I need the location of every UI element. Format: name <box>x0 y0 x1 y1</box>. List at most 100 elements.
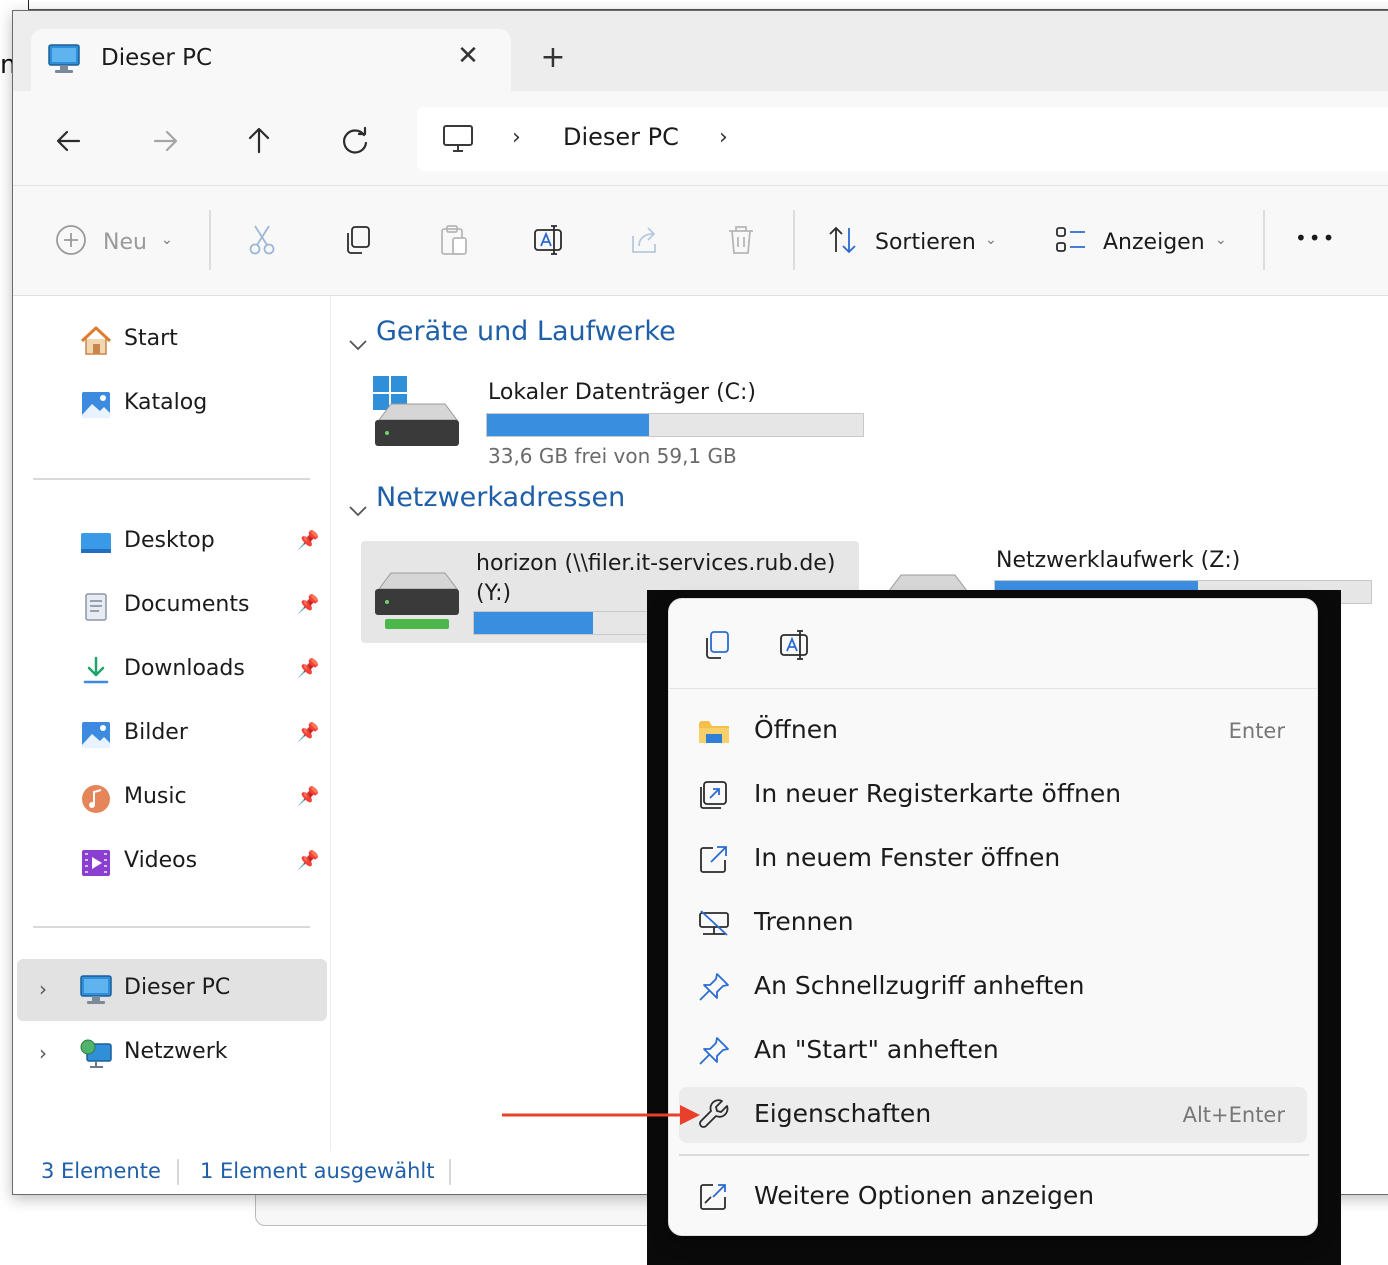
sidebar-item-label: Music <box>124 784 187 809</box>
sidebar-item-downloads[interactable]: Downloads 📌 <box>17 640 327 702</box>
sidebar-item-label: Dieser PC <box>124 975 231 1000</box>
chevron-down-icon: ⌄ <box>1215 232 1227 248</box>
gallery-icon <box>82 392 110 418</box>
drive-letter: (Y:) <box>476 581 512 606</box>
chevron-right-icon[interactable]: › <box>512 125 521 150</box>
sidebar-item-netzwerk[interactable]: › Netzwerk <box>17 1023 327 1085</box>
chevron-down-icon: ⌄ <box>161 232 173 248</box>
new-tab-button[interactable]: + <box>538 43 568 73</box>
pin-icon[interactable]: 📌 <box>297 722 321 746</box>
chevron-right-icon[interactable]: › <box>39 977 47 1001</box>
plus-circle-icon <box>56 225 86 255</box>
tab-dieser-pc[interactable]: Dieser PC ✕ <box>31 29 511 91</box>
more-options-icon <box>700 1184 726 1210</box>
cut-icon[interactable] <box>244 222 280 258</box>
menu-item-properties[interactable]: Eigenschaften Alt+Enter <box>679 1087 1307 1143</box>
annotation-arrow <box>502 1105 700 1125</box>
menu-item-pin-quick-access[interactable]: An Schnellzugriff anheften <box>679 959 1307 1015</box>
sidebar-item-start[interactable]: Start <box>17 310 327 372</box>
background-window-edge <box>28 0 1388 10</box>
sidebar-item-music[interactable]: Music 📌 <box>17 768 327 830</box>
toolbar-divider <box>1263 210 1265 270</box>
drive-name: horizon (\\filer.it-services.rub.de) <box>476 551 836 576</box>
new-window-icon <box>700 846 727 873</box>
local-drive-icon <box>373 376 459 446</box>
documents-icon <box>85 593 107 621</box>
rename-icon[interactable] <box>531 222 567 258</box>
breadcrumb[interactable]: Dieser PC <box>563 123 679 151</box>
status-divider <box>449 1159 451 1185</box>
chevron-down-icon[interactable] <box>347 500 369 522</box>
sort-label: Sortieren <box>875 230 976 255</box>
sidebar-item-label: Netzwerk <box>124 1039 228 1064</box>
arrow-up-icon[interactable] <box>237 119 281 163</box>
drive-name: Lokaler Datenträger (C:) <box>488 380 757 405</box>
new-tab-icon <box>700 781 727 809</box>
pc-icon <box>80 975 112 1004</box>
sort-icon <box>829 226 856 254</box>
menu-item-disconnect[interactable]: Trennen <box>679 895 1307 951</box>
arrow-left-icon[interactable] <box>47 119 91 163</box>
menu-item-more-options[interactable]: Weitere Optionen anzeigen <box>679 1169 1307 1225</box>
menu-item-label: An Schnellzugriff anheften <box>754 971 1085 1000</box>
drive-usage-fill <box>474 612 594 634</box>
group-header-network[interactable]: Netzwerkadressen <box>376 482 625 513</box>
sidebar-item-desktop[interactable]: Desktop 📌 <box>17 512 327 574</box>
menu-divider <box>679 1154 1309 1156</box>
rename-icon[interactable] <box>777 627 813 663</box>
menu-item-open-new-tab[interactable]: In neuer Registerkarte öffnen <box>679 767 1307 823</box>
pin-icon <box>699 1037 729 1065</box>
menu-item-label: Trennen <box>754 907 854 936</box>
drive-free-space: 33,6 GB frei von 59,1 GB <box>488 444 737 468</box>
sidebar-item-videos[interactable]: Videos 📌 <box>17 832 327 894</box>
download-icon <box>83 656 109 684</box>
pin-icon[interactable]: 📌 <box>297 594 321 618</box>
sidebar-item-label: Documents <box>124 592 250 617</box>
folder-icon <box>699 721 729 743</box>
selection-count: 1 Element ausgewählt <box>200 1159 435 1183</box>
close-tab-icon[interactable]: ✕ <box>453 41 483 71</box>
arrow-right-icon[interactable] <box>143 119 187 163</box>
sidebar-item-dieser-pc[interactable]: › Dieser PC <box>17 959 327 1021</box>
refresh-icon[interactable] <box>333 119 377 163</box>
pin-icon[interactable]: 📌 <box>297 786 321 810</box>
pin-icon[interactable]: 📌 <box>297 658 321 682</box>
chevron-down-icon[interactable] <box>347 334 369 356</box>
pin-icon[interactable]: 📌 <box>297 530 321 554</box>
drive-name: Netzwerklaufwerk (Z:) <box>996 548 1241 573</box>
item-count: 3 Elemente <box>41 1159 161 1183</box>
sidebar-item-label: Desktop <box>124 528 215 553</box>
address-bar[interactable]: › Dieser PC › <box>417 107 1388 171</box>
menu-item-label: In neuem Fenster öffnen <box>754 843 1061 872</box>
background-window-fragment: m <box>0 50 12 80</box>
paste-icon[interactable] <box>436 222 472 258</box>
sidebar-item-documents[interactable]: Documents 📌 <box>17 576 327 638</box>
pictures-icon <box>82 722 110 748</box>
menu-item-label: Weitere Optionen anzeigen <box>754 1181 1095 1210</box>
menu-item-pin-start[interactable]: An "Start" anheften <box>679 1023 1307 1079</box>
menu-item-shortcut: Enter <box>1228 719 1285 743</box>
share-icon[interactable] <box>627 222 663 258</box>
tab-title: Dieser PC <box>101 45 213 71</box>
delete-icon[interactable] <box>723 222 759 258</box>
pin-icon[interactable]: 📌 <box>297 850 321 874</box>
chevron-right-icon[interactable]: › <box>719 125 728 150</box>
pin-icon <box>699 973 729 1001</box>
status-divider <box>177 1159 179 1185</box>
copy-icon[interactable] <box>699 627 735 663</box>
copy-icon[interactable] <box>340 222 376 258</box>
pc-icon <box>443 125 473 152</box>
sidebar-item-bilder[interactable]: Bilder 📌 <box>17 704 327 766</box>
more-options-button[interactable]: ••• <box>1295 226 1336 250</box>
menu-item-label: Öffnen <box>754 715 838 744</box>
menu-item-open-new-window[interactable]: In neuem Fenster öffnen <box>679 831 1307 887</box>
sidebar-item-label: Start <box>124 326 178 351</box>
sidebar-item-katalog[interactable]: Katalog <box>17 374 327 436</box>
menu-item-label: In neuer Registerkarte öffnen <box>754 779 1122 808</box>
pc-icon <box>48 44 80 73</box>
sidebar-item-label: Bilder <box>124 720 188 745</box>
chevron-right-icon[interactable]: › <box>39 1041 47 1065</box>
group-header-devices[interactable]: Geräte und Laufwerke <box>376 316 676 347</box>
drive-usage-fill <box>487 414 649 436</box>
menu-item-open[interactable]: Öffnen Enter <box>679 703 1307 759</box>
